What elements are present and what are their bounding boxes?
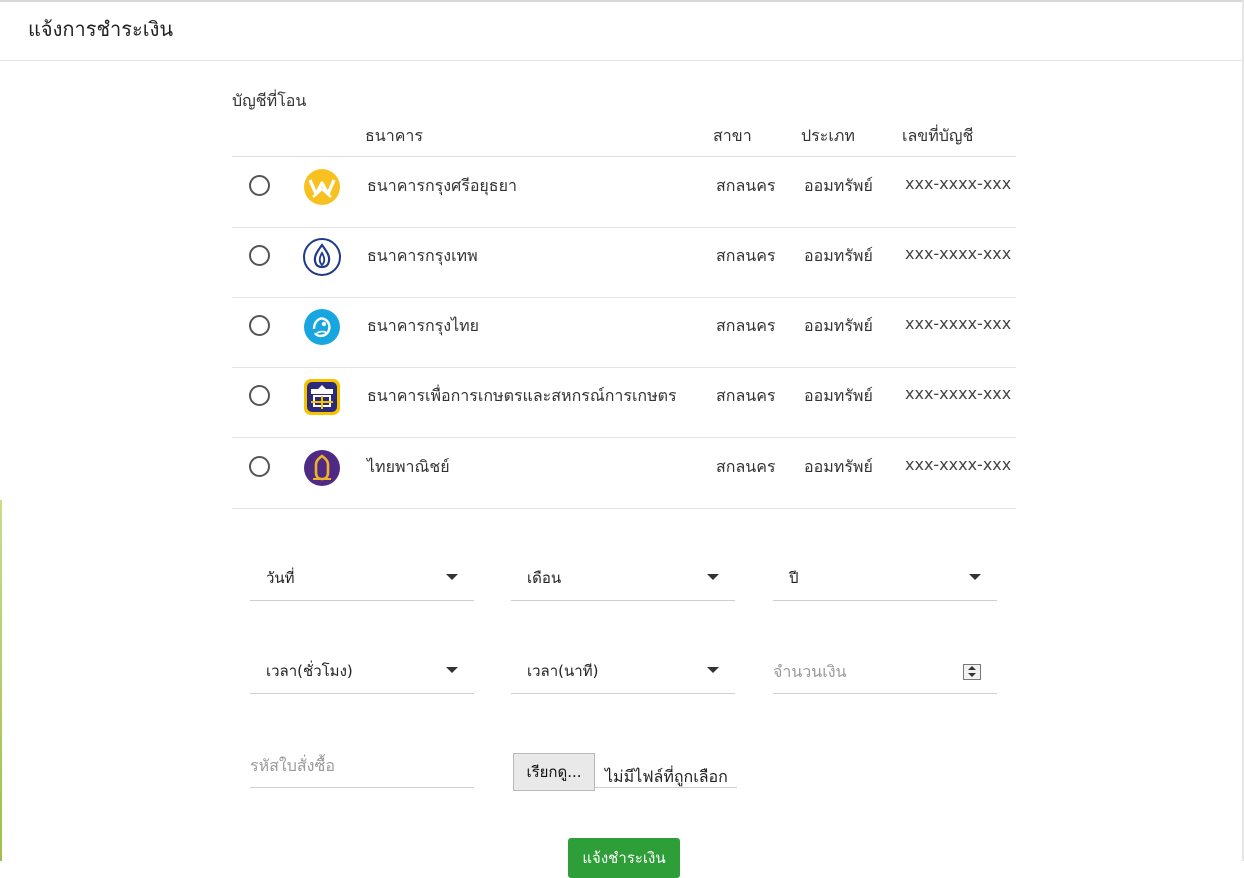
account-row-baac[interactable]: ธนาคารเพื่อการเกษตรและสหกรณ์การเกษตร สกล… xyxy=(232,367,1016,438)
chevron-down-icon xyxy=(446,574,458,580)
hour-select[interactable]: เวลา(ชั่วโมง) xyxy=(250,647,474,694)
account-type: ออมทรัพย์ xyxy=(804,386,873,405)
column-header-type: ประเภท xyxy=(801,126,855,145)
minute-select[interactable]: เวลา(นาที) xyxy=(511,647,735,694)
krungthai-logo-icon xyxy=(304,309,340,345)
account-type: ออมทรัพย์ xyxy=(804,457,873,476)
year-select[interactable]: ปี xyxy=(773,554,997,601)
file-status-text: ไม่มีไฟล์ที่ถูกเลือก xyxy=(605,767,728,786)
left-edge-decoration xyxy=(0,500,2,861)
hour-select-label: เวลา(ชั่วโมง) xyxy=(266,662,353,680)
column-header-branch: สาขา xyxy=(713,126,752,145)
branch: สกลนคร xyxy=(716,316,776,335)
account-type: ออมทรัพย์ xyxy=(804,176,873,195)
scb-logo-icon xyxy=(304,450,340,486)
chevron-down-icon xyxy=(446,667,458,673)
amount-field-wrapper xyxy=(773,647,997,694)
accounts-section-label: บัญชีที่โอน xyxy=(232,91,307,110)
account-radio[interactable] xyxy=(249,245,270,266)
account-number: xxx-xxxx-xxx xyxy=(905,174,1012,193)
page-title: แจ้งการชำระเงิน xyxy=(28,17,174,41)
account-number: xxx-xxxx-xxx xyxy=(905,244,1012,263)
amount-stepper[interactable] xyxy=(963,664,981,680)
account-row-bangkok-bank[interactable]: ธนาคารกรุงเทพ สกลนคร ออมทรัพย์ xxx-xxxx-… xyxy=(232,227,1016,298)
page-header: แจ้งการชำระเงิน xyxy=(0,2,1242,61)
day-select-label: วันที่ xyxy=(266,569,295,587)
year-select-label: ปี xyxy=(789,569,799,587)
stepper-down-icon xyxy=(968,673,976,677)
browse-file-button[interactable]: เรียกดู... xyxy=(513,753,595,791)
month-select[interactable]: เดือน xyxy=(511,554,735,601)
bank-name: ธนาคารกรุงเทพ xyxy=(367,246,478,265)
branch: สกลนคร xyxy=(716,457,776,476)
chevron-down-icon xyxy=(707,574,719,580)
account-row-krungthai[interactable]: ธนาคารกรุงไทย สกลนคร ออมทรัพย์ xxx-xxxx-… xyxy=(232,297,1016,368)
branch: สกลนคร xyxy=(716,386,776,405)
account-type: ออมทรัพย์ xyxy=(804,246,873,265)
account-radio[interactable] xyxy=(249,456,270,477)
bank-name: ธนาคารกรุงศรีอยุธยา xyxy=(367,176,517,195)
chevron-down-icon xyxy=(969,574,981,580)
krungsri-logo-icon xyxy=(304,169,340,205)
baac-logo-icon xyxy=(304,379,340,415)
account-number: xxx-xxxx-xxx xyxy=(905,314,1012,333)
bank-name: ไทยพาณิชย์ xyxy=(367,457,450,476)
account-radio[interactable] xyxy=(249,175,270,196)
column-header-account-no: เลขที่บัญชี xyxy=(902,126,974,145)
order-code-input[interactable] xyxy=(250,745,450,785)
account-number: xxx-xxxx-xxx xyxy=(905,455,1012,474)
submit-payment-button[interactable]: แจ้งชำระเงิน xyxy=(568,838,680,878)
stepper-up-icon xyxy=(968,666,976,670)
account-radio[interactable] xyxy=(249,315,270,336)
branch: สกลนคร xyxy=(716,176,776,195)
file-upload: เรียกดู... ไม่มีไฟล์ที่ถูกเลือก xyxy=(513,753,737,791)
account-row-scb[interactable]: ไทยพาณิชย์ สกลนคร ออมทรัพย์ xxx-xxxx-xxx xyxy=(232,438,1016,509)
bangkok-bank-logo-icon xyxy=(303,238,341,276)
month-select-label: เดือน xyxy=(527,569,562,587)
day-select[interactable]: วันที่ xyxy=(250,554,474,601)
order-code-field-wrapper xyxy=(250,741,474,788)
account-row-krungsri[interactable]: ธนาคารกรุงศรีอยุธยา สกลนคร ออมทรัพย์ xxx… xyxy=(232,157,1016,228)
chevron-down-icon xyxy=(707,667,719,673)
account-radio[interactable] xyxy=(249,385,270,406)
account-number: xxx-xxxx-xxx xyxy=(905,384,1012,403)
column-header-bank: ธนาคาร xyxy=(365,126,423,145)
account-type: ออมทรัพย์ xyxy=(804,316,873,335)
amount-input[interactable] xyxy=(773,651,973,691)
minute-select-label: เวลา(นาที) xyxy=(527,662,599,680)
branch: สกลนคร xyxy=(716,246,776,265)
bank-name: ธนาคารกรุงไทย xyxy=(367,316,480,335)
bank-name: ธนาคารเพื่อการเกษตรและสหกรณ์การเกษตร xyxy=(367,386,677,405)
